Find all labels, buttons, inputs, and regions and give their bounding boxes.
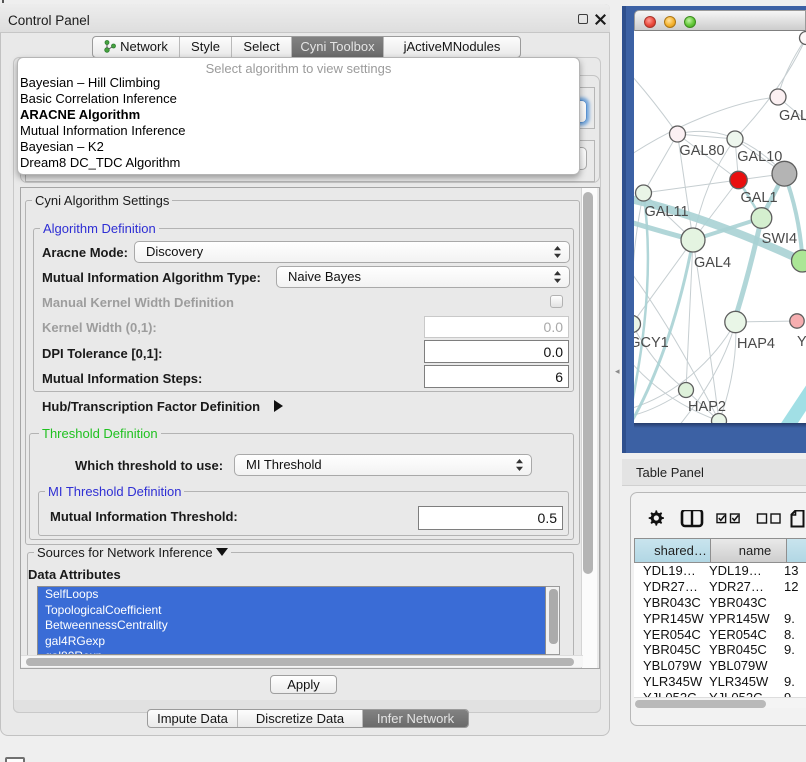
svg-text:GCY1: GCY1 <box>634 335 669 351</box>
svg-text:GAL80: GAL80 <box>679 143 724 159</box>
svg-text:HAP2: HAP2 <box>688 399 726 415</box>
svg-text:GAL11: GAL11 <box>644 204 688 220</box>
svg-text:GAL2: GAL2 <box>779 108 806 124</box>
svg-text:GAL10: GAL10 <box>737 149 782 165</box>
svg-text:GAL1: GAL1 <box>740 190 777 206</box>
svg-text:GAL4: GAL4 <box>694 255 731 271</box>
svg-text:HAP4: HAP4 <box>737 336 775 352</box>
svg-text:YM: YM <box>797 334 806 350</box>
svg-text:SWI4: SWI4 <box>762 231 797 247</box>
